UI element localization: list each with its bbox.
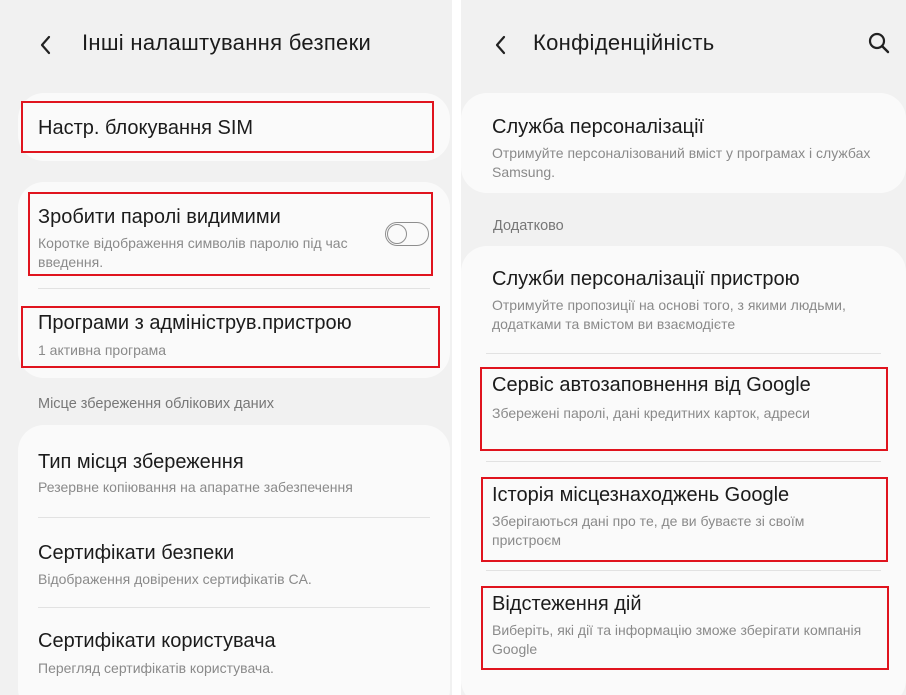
item-subtitle: 1 активна програма: [38, 342, 167, 358]
item-subtitle: Отримуйте пропозиції на основі того, з я…: [492, 297, 846, 332]
item-subtitle: Перегляд сертифікатів користувача.: [38, 660, 274, 676]
item-title: Тип місця збереження: [38, 451, 244, 473]
item-title: Відстеження дій: [492, 593, 642, 615]
item-title: Зробити паролі видимими: [38, 206, 281, 228]
search-icon[interactable]: [866, 30, 892, 56]
item-title: Програми з адмініструв.пристрою: [38, 312, 352, 334]
list-item[interactable]: Служби персоналізації пристрою Отримуйте…: [461, 246, 906, 352]
item-subtitle: Отримуйте персоналізований вміст у прогр…: [492, 145, 871, 180]
personalization-card: Служба персоналізації Отримуйте персонал…: [461, 93, 906, 193]
list-item[interactable]: Настр. блокування SIM: [18, 93, 450, 161]
item-title: Сертифікати безпеки: [38, 542, 235, 564]
item-subtitle: Збережені паролі, дані кредитних карток,…: [492, 405, 811, 421]
sim-lock-card: Настр. блокування SIM: [18, 93, 450, 161]
item-subtitle: Відображення довірених сертифікатів CA.: [38, 571, 312, 587]
list-item[interactable]: Сертифікати користувача Перегляд сертифі…: [18, 608, 450, 695]
item-title: Служба персоналізації: [492, 116, 705, 138]
item-title: Історія місцезнаходжень Google: [492, 484, 790, 506]
item-subtitle: Резервне копіювання на апаратне забезпеч…: [38, 479, 353, 495]
list-item[interactable]: Служба персоналізації Отримуйте персонал…: [461, 93, 906, 193]
toggle-switch[interactable]: [385, 222, 429, 246]
list-item[interactable]: Сервіс автозаповнення від Google Збереже…: [461, 354, 906, 460]
list-item[interactable]: Програми з адмініструв.пристрою 1 активн…: [18, 289, 450, 378]
security-options-card: Зробити паролі видимими Коротке відображ…: [18, 182, 450, 378]
item-title: Настр. блокування SIM: [38, 117, 254, 139]
item-subtitle: Зберігаються дані про те, де ви буваєте …: [492, 513, 805, 548]
section-header: Місце збереження облікових даних: [38, 396, 275, 412]
list-item[interactable]: Відстеження дій Виберіть, які дії та інф…: [461, 571, 906, 681]
item-subtitle: Виберіть, які дії та інформацію зможе зб…: [492, 622, 862, 657]
list-item[interactable]: Тип місця збереження Резервне копіювання…: [18, 425, 450, 517]
credential-storage-card: Тип місця збереження Резервне копіювання…: [18, 425, 450, 695]
toggle-knob: [387, 223, 407, 244]
chevron-left-icon[interactable]: [491, 33, 511, 57]
item-title: Служби персоналізації пристрою: [492, 268, 800, 290]
section-header: Додатково: [493, 218, 564, 234]
header: Конфіденційність: [461, 0, 906, 92]
privacy-panel: Конфіденційність Служба персоналізації О…: [461, 0, 906, 695]
list-item[interactable]: Зробити паролі видимими Коротке відображ…: [18, 182, 450, 282]
list-item[interactable]: Історія місцезнаходжень Google Зберігают…: [461, 462, 906, 570]
header: Інші налаштування безпеки: [0, 0, 452, 92]
item-title: Сервіс автозаповнення від Google: [492, 374, 811, 396]
page-title: Інші налаштування безпеки: [82, 30, 372, 55]
item-title: Сертифікати користувача: [38, 630, 276, 652]
additional-card: Служби персоналізації пристрою Отримуйте…: [461, 246, 906, 695]
list-item[interactable]: Сертифікати безпеки Відображення довірен…: [18, 518, 450, 606]
page-title: Конфіденційність: [533, 30, 715, 55]
item-subtitle: Коротке відображення символів паролю під…: [38, 235, 348, 270]
security-settings-panel: Інші налаштування безпеки Настр. блокува…: [0, 0, 452, 695]
chevron-left-icon[interactable]: [36, 33, 56, 57]
